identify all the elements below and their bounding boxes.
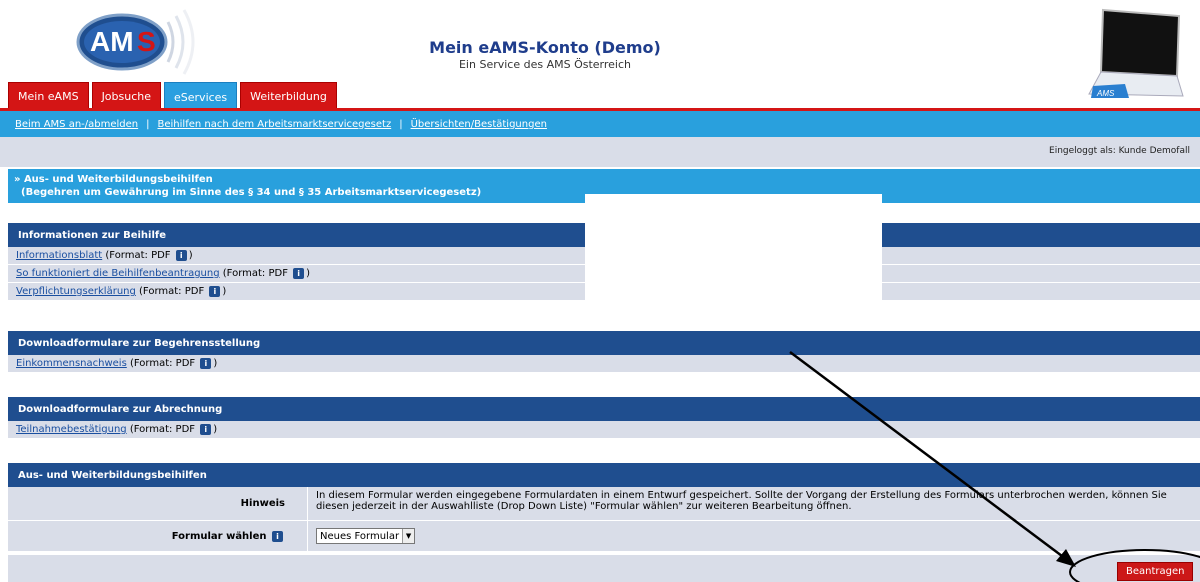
chevron-down-icon: ▼ bbox=[402, 529, 415, 543]
page-title: Mein eAMS-Konto (Demo) bbox=[429, 38, 661, 57]
list-item: Teilnahmebestätigung (Format: PDF i) bbox=[8, 421, 1200, 439]
select-cell: Neues Formular ▼ bbox=[308, 521, 1200, 551]
formular-select[interactable]: Neues Formular ▼ bbox=[316, 528, 416, 544]
sub-navigation: Beim AMS an-/abmelden | Beihilfen nach d… bbox=[0, 111, 1200, 137]
link-beihilfenbeantragung[interactable]: So funktioniert die Beihilfenbeantragung bbox=[16, 268, 220, 279]
redaction-box bbox=[585, 194, 882, 310]
logged-in-text: Eingeloggt als: Kunde Demofall bbox=[1049, 146, 1190, 156]
format-label: (Format: PDF bbox=[105, 250, 171, 261]
select-row: Formular wählen i Neues Formular ▼ bbox=[8, 521, 1200, 552]
tab-jobsuche[interactable]: Jobsuche bbox=[91, 82, 162, 110]
svg-text:S: S bbox=[137, 26, 156, 57]
page-subtitle: Ein Service des AMS Österreich bbox=[458, 58, 632, 71]
subnav-separator: | bbox=[399, 118, 403, 130]
hint-row: Hinweis In diesem Formular werden eingeg… bbox=[8, 487, 1200, 521]
subnav-link-uebersichten[interactable]: Übersichten/Bestätigungen bbox=[411, 119, 547, 130]
format-label: (Format: PDF bbox=[129, 358, 196, 369]
tab-eservices[interactable]: eServices bbox=[164, 82, 238, 111]
subnav-separator: | bbox=[146, 118, 150, 130]
info-icon[interactable]: i bbox=[200, 424, 212, 435]
format-label: (Format: PDF bbox=[222, 268, 288, 279]
ams-logo: AM S bbox=[76, 9, 195, 75]
action-bar bbox=[8, 555, 1200, 582]
hint-text: In diesem Formular werden eingegebene Fo… bbox=[316, 490, 1167, 512]
laptop-icon: AMS bbox=[1088, 8, 1184, 98]
info-icon[interactable]: i bbox=[175, 250, 187, 261]
svg-text:AMS: AMS bbox=[1096, 89, 1115, 98]
tab-mein-eams[interactable]: Mein eAMS bbox=[8, 82, 89, 110]
info-icon[interactable]: i bbox=[200, 358, 212, 369]
section-header: Downloadformulare zur Abrechnung bbox=[8, 397, 1200, 421]
section-header: Downloadformulare zur Begehrensstellung bbox=[8, 331, 1200, 355]
format-label: (Format: PDF bbox=[139, 286, 205, 297]
section-header: Aus- und Weiterbildungsbeihilfen bbox=[8, 463, 1200, 487]
info-icon[interactable]: i bbox=[209, 286, 221, 297]
info-icon[interactable]: i bbox=[272, 530, 283, 542]
billing-section: Downloadformulare zur Abrechnung Teilnah… bbox=[8, 397, 1200, 439]
subnav-link-beihilfen[interactable]: Beihilfen nach dem Arbeitsmarktservicege… bbox=[158, 119, 392, 130]
main-tabs: Mein eAMS Jobsuche eServices Weiterbildu… bbox=[8, 82, 340, 111]
tab-weiterbildung[interactable]: Weiterbildung bbox=[240, 82, 337, 110]
list-item: Einkommensnachweis (Format: PDF i) bbox=[8, 355, 1200, 373]
logged-in-bar: Eingeloggt als: Kunde Demofall bbox=[0, 137, 1200, 167]
info-icon[interactable]: i bbox=[293, 268, 305, 279]
link-informationsblatt[interactable]: Informationsblatt bbox=[16, 250, 102, 261]
link-teilnahmebestaetigung[interactable]: Teilnahmebestätigung bbox=[16, 424, 127, 435]
link-einkommensnachweis[interactable]: Einkommensnachweis bbox=[16, 358, 127, 369]
download-section: Downloadformulare zur Begehrensstellung … bbox=[8, 331, 1200, 373]
svg-text:AM: AM bbox=[90, 26, 134, 57]
page-heading-title: » Aus- und Weiterbildungsbeihilfen bbox=[14, 174, 213, 185]
hint-label: Hinweis bbox=[8, 487, 308, 520]
format-label: (Format: PDF bbox=[129, 424, 196, 435]
beantragen-button[interactable]: Beantragen bbox=[1117, 562, 1194, 581]
link-verpflichtungserklaerung[interactable]: Verpflichtungserklärung bbox=[16, 286, 136, 297]
form-section: Aus- und Weiterbildungsbeihilfen Hinweis… bbox=[8, 463, 1200, 552]
title-block: Mein eAMS-Konto (Demo) Ein Service des A… bbox=[395, 38, 695, 71]
select-label: Formular wählen i bbox=[8, 521, 308, 551]
subnav-link-anmelden[interactable]: Beim AMS an-/abmelden bbox=[15, 119, 138, 130]
